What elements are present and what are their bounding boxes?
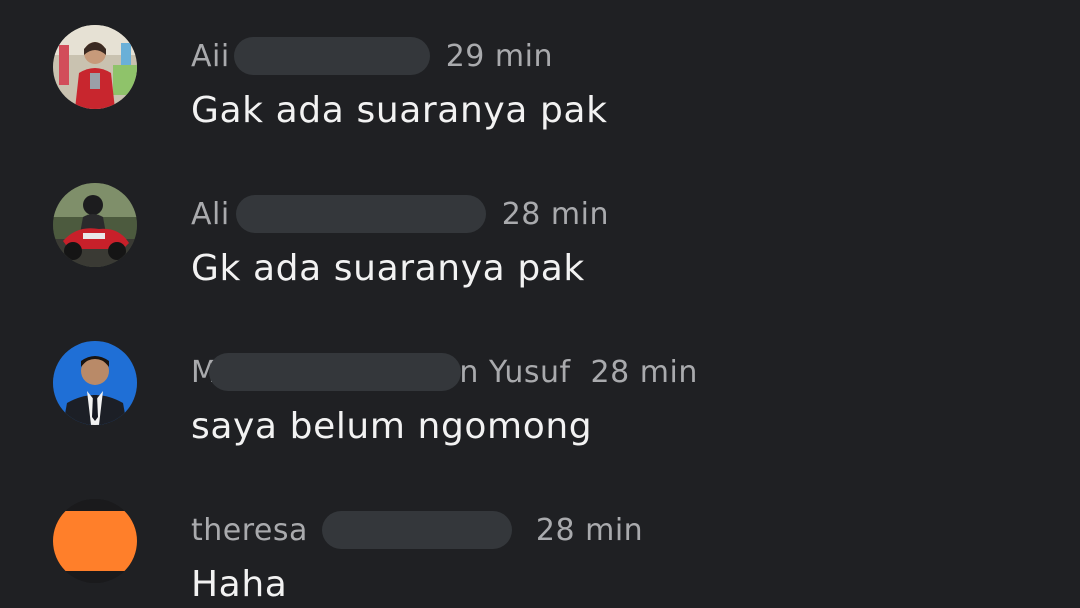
- redacted-name: [321, 511, 512, 549]
- avatar[interactable]: [53, 183, 137, 267]
- commenter-name-suffix[interactable]: n Yusuf: [459, 355, 570, 390]
- comment-header: Ali 28 min: [191, 194, 609, 234]
- orange-avatar-icon: [53, 499, 137, 583]
- comment-text: saya belum ngomong: [191, 406, 593, 447]
- comment-time: 28 min: [535, 512, 644, 548]
- comment-text: Haha: [191, 564, 288, 605]
- comment-item: M n Yusuf 28 min saya belum ngomong: [0, 338, 1080, 458]
- comment-item: Ali 28 min Gk ada suaranya pak: [0, 180, 1080, 300]
- user-photo-icon: [53, 183, 137, 267]
- comment-header: theresa 28 min: [191, 510, 643, 550]
- comment-time: 29 min: [445, 38, 553, 74]
- comment-time: 28 min: [590, 354, 698, 390]
- avatar[interactable]: [53, 25, 137, 109]
- comment-time: 28 min: [501, 196, 609, 232]
- commenter-name[interactable]: Ali: [191, 197, 230, 232]
- comment-header: M n Yusuf 28 min: [191, 352, 698, 392]
- avatar[interactable]: [53, 499, 137, 583]
- redacted-name: [235, 195, 486, 233]
- redacted-name: [209, 353, 462, 391]
- comment-list: Aii 29 min Gak ada suaranya pak Ali 28 m…: [0, 0, 1080, 608]
- user-photo-icon: [53, 25, 137, 109]
- avatar[interactable]: [53, 341, 137, 425]
- user-photo-icon: [53, 341, 137, 425]
- comment-item: Aii 29 min Gak ada suaranya pak: [0, 22, 1080, 142]
- comment-text: Gk ada suaranya pak: [191, 248, 585, 289]
- comment-header: Aii 29 min: [191, 36, 553, 76]
- commenter-name[interactable]: theresa: [191, 513, 308, 548]
- comment-item: theresa 28 min Haha: [0, 496, 1080, 608]
- commenter-name[interactable]: Aii: [191, 39, 230, 74]
- comment-text: Gak ada suaranya pak: [191, 90, 608, 131]
- redacted-name: [233, 37, 430, 75]
